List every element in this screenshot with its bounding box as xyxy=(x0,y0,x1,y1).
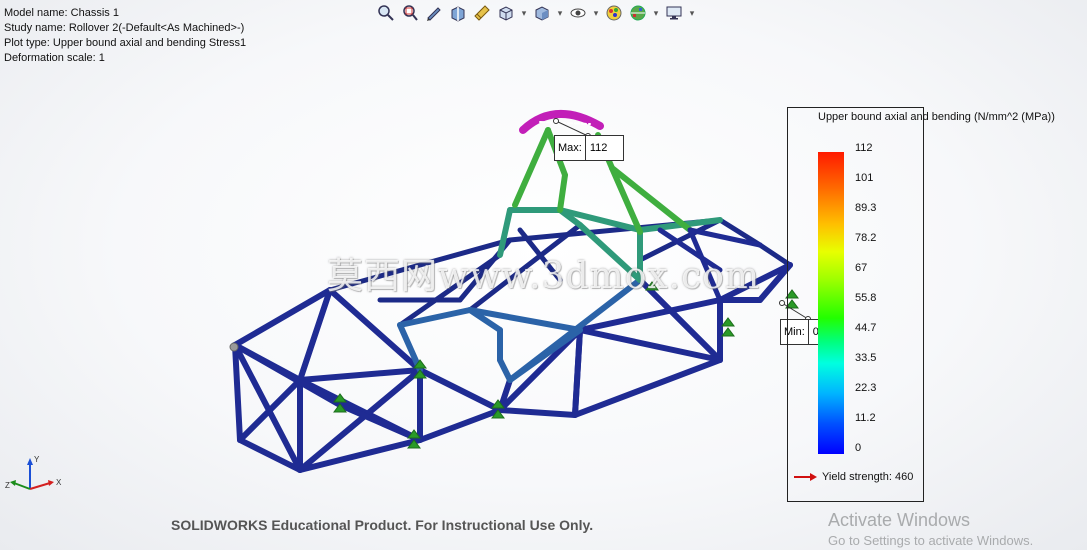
legend-tick-label: 89.3 xyxy=(855,202,877,214)
legend-tick-label: 112 xyxy=(855,142,873,154)
legend-tick-label: 11.2 xyxy=(855,412,876,424)
yield-strength: Yield strength: 460 xyxy=(794,471,913,483)
triad-z-label: Z xyxy=(5,481,10,490)
legend-tick-label: 0 xyxy=(855,442,862,454)
legend-tick-label: 55.8 xyxy=(855,292,877,304)
legend-title: Upper bound axial and bending (N/mm^2 (M… xyxy=(818,111,1055,123)
reference-triad[interactable]: Y X Z xyxy=(4,455,66,497)
legend-tick-label: 67 xyxy=(855,262,868,274)
educational-notice: SOLIDWORKS Educational Product. For Inst… xyxy=(171,517,594,533)
legend-tick-label: 101 xyxy=(855,172,874,184)
watermark-text: 莫西网www.3dmox.com xyxy=(327,256,761,297)
activate-title: Activate Windows xyxy=(828,510,971,530)
max-label: Max: xyxy=(555,136,586,160)
max-callout[interactable]: Max: 112 xyxy=(554,135,624,161)
triad-x-label: X xyxy=(56,478,62,487)
legend-tick-label: 78.2 xyxy=(855,232,877,244)
max-value: 112 xyxy=(589,142,608,154)
yield-strength-label: Yield strength: 460 xyxy=(822,471,914,483)
activate-subtitle: Go to Settings to activate Windows. xyxy=(828,533,1034,548)
activate-windows-notice: Activate Windows Go to Settings to activ… xyxy=(828,510,1033,548)
yield-arrow-icon xyxy=(794,473,817,481)
triad-y-label: Y xyxy=(34,455,40,464)
legend-color-bar xyxy=(818,152,844,454)
legend-tick-label: 22.3 xyxy=(855,382,877,394)
legend-tick-label: 33.5 xyxy=(855,352,877,364)
legend-tick-label: 44.7 xyxy=(855,322,877,334)
